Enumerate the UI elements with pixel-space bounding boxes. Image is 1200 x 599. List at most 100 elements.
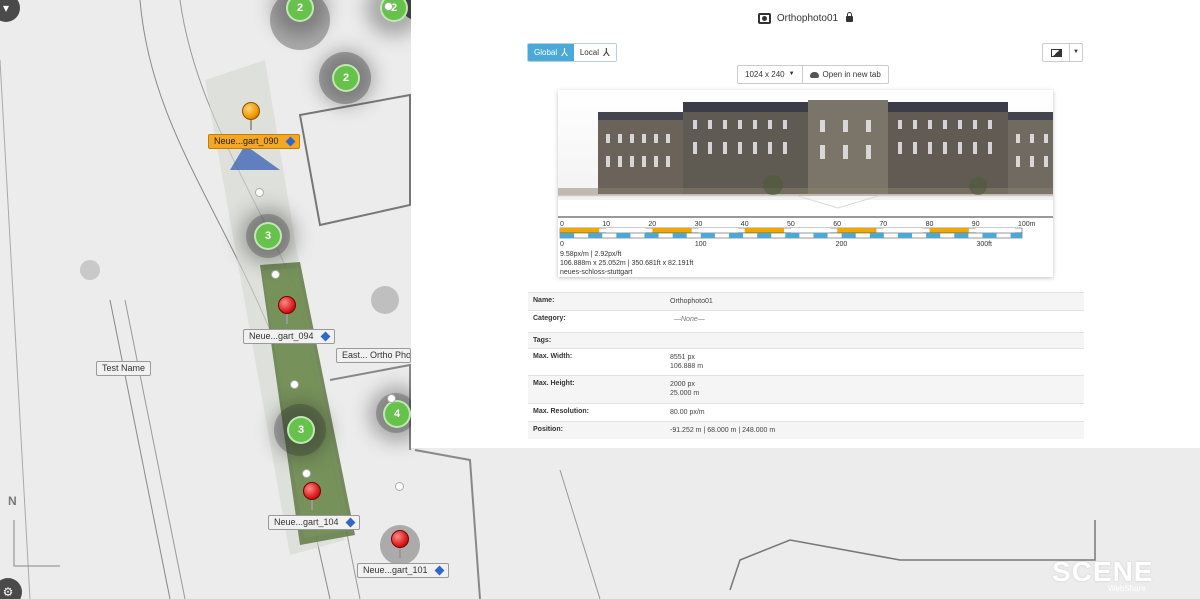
scale-segment-imperial [813,233,828,238]
scale-tick-label-metric: 20 [648,221,656,228]
marker-label-text: Neue...gart_094 [249,331,314,341]
open-new-tab-button[interactable]: Open in new tab [801,66,888,83]
property-value-line: 2000 px [670,381,695,388]
marker-label-text: Neue...gart_090 [214,136,279,146]
property-key: Max. Height: [533,380,575,387]
cluster-marker[interactable]: 2 [332,64,360,92]
marker-label-text: Neue...gart_101 [363,565,428,575]
scan-position-dot[interactable] [271,270,280,279]
scan-position-dot[interactable] [395,482,404,491]
scan-position-dot[interactable] [384,2,393,11]
property-value: 2000 px 25.000 m [670,376,699,403]
scale-segment-metric [560,228,600,233]
orthophoto-image: 0 10 20 30 40 50 60 70 80 90 100m 0 100 200 300ft [558,90,1053,248]
project-text: neues-schloss-stuttgart [560,269,633,276]
scale-segment-imperial [869,233,884,238]
scale-segment-metric [652,228,692,233]
scale-tick-label-imperial: 100 [695,241,707,248]
axes-icon: ⅄ [602,46,610,59]
scale-tick-label-imperial: 200 [836,241,848,248]
marker-label[interactable]: Neue...gart_101 [357,563,449,578]
scale-segment-imperial [785,233,800,238]
caret-down-icon: ▼ [1073,49,1079,55]
property-key: Max. Width: [533,353,573,360]
local-label: Local [579,48,599,57]
marker-pin[interactable] [390,530,410,558]
scale-segment-imperial [926,233,941,238]
scale-segment-imperial [560,233,575,238]
marker-pin[interactable] [241,102,261,130]
scale-tick-label-metric: 30 [695,221,703,228]
marker-label[interactable]: Neue...gart_090 [208,134,300,149]
property-row: Max. Width: 8551 px 106.888 m [528,348,1084,375]
property-key: Position: [533,426,563,433]
marker-type-icon [434,565,444,576]
scan-position-dot[interactable] [255,188,264,197]
property-value: -91.252 m | 68.000 m | 248.000 m [670,422,775,439]
scale-segment-metric [606,228,646,233]
scale-segment-metric [698,228,738,233]
property-row: Max. Resolution: 80.00 px/m [528,403,1084,421]
scale-tick-label-metric: 60 [833,221,841,228]
scale-segment-imperial [1010,233,1022,238]
object-label-ortho-photo[interactable]: East... Ortho Photo [336,348,411,363]
scan-position-dot[interactable] [387,394,396,403]
cloud-download-icon [809,71,819,78]
property-value-line: 25.000 m [670,390,700,397]
property-value: 8551 px 106.888 m [670,349,703,375]
object-label-test-name[interactable]: Test Name [96,361,152,376]
scale-segment-metric [975,228,1016,233]
property-key: Max. Resolution: [533,408,590,415]
property-key: Category: [533,315,566,322]
size-text: 106.888m x 25.052m | 350.681ft x 82.191f… [560,260,694,267]
scan-position-dot[interactable] [290,380,299,389]
scale-tick-label-metric: 0 [560,221,564,228]
cluster-marker[interactable]: 4 [383,400,411,428]
scale-segment-metric [929,228,969,233]
scale-segment-imperial [644,233,659,238]
density-text: 9.58px/m | 2.92px/ft [560,251,622,258]
image-view-button[interactable] [1043,44,1069,61]
lock-icon[interactable] [846,11,854,22]
scale-tick-label-metric: 10 [602,221,610,228]
marker-pin[interactable] [302,482,322,510]
scale-bar-metric: 0 10 20 30 40 50 60 70 80 90 100m [560,221,1036,228]
compass-letter: N [8,494,17,508]
scale-segment-imperial [841,233,856,238]
property-row: Max. Height: 2000 px 25.000 m [528,375,1084,403]
marker-label[interactable]: Neue...gart_104 [268,515,360,530]
scale-segment-imperial [897,233,913,238]
global-label: Global [534,48,558,57]
marker-label[interactable]: Neue...gart_094 [243,329,335,344]
scale-segment-metric [837,228,877,233]
cluster-marker[interactable]: 3 [254,222,282,250]
marker-type-icon [285,136,295,147]
resolution-value: 1024 x 240 [745,70,785,79]
scale-segment-imperial [982,233,997,238]
local-toggle-button[interactable]: Local ⅄ [573,44,616,61]
scan-position-dot[interactable] [302,469,311,478]
image-options-dropdown[interactable]: ▼ [1069,44,1082,61]
scale-tick-label-imperial: 300ft [976,241,992,248]
axes-icon: ⅄ [561,46,568,59]
scale-segment-imperial [954,233,969,238]
property-row: Tags: [528,332,1084,348]
resolution-dropdown[interactable]: 1024 x 240 ▼ [738,66,802,83]
camera-icon [757,13,771,24]
scene-logo-subtitle: WebShare [1108,584,1146,593]
orthophoto-preview[interactable]: 0 10 20 30 40 50 60 70 80 90 100m 0 100 200 300ft 9.5… [558,90,1053,277]
marker-pin[interactable] [277,296,297,324]
property-key: Name: [533,297,555,304]
global-toggle-button[interactable]: Global ⅄ [528,44,574,61]
property-value: Orthophoto01 [670,293,713,310]
scale-tick-label-metric: 100m [1018,221,1036,228]
panel-title: Orthophoto01 [776,13,839,25]
caret-down-icon: ▼ [788,71,795,77]
property-row: Name: Orthophoto01 [528,292,1084,310]
scale-tick-label-metric: 50 [787,221,795,228]
cluster-marker[interactable]: 3 [287,416,315,444]
property-value-line: —None— [674,316,705,323]
property-value: 80.00 px/m [670,404,705,421]
property-value-line: 8551 px [670,354,695,361]
image-icon [1050,48,1062,57]
